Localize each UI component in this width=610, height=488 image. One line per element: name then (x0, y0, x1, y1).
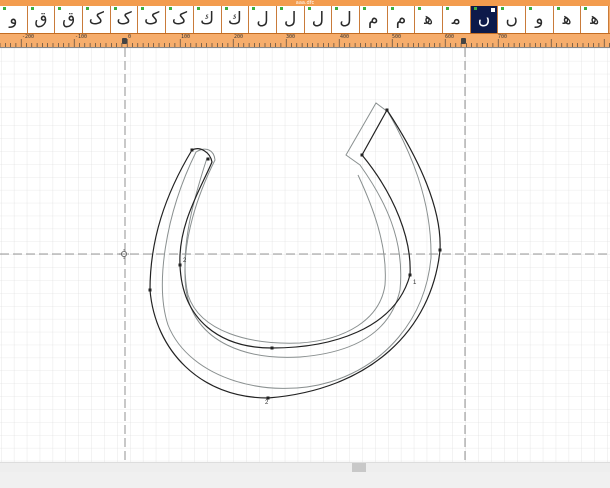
ruler-label: -200 (22, 34, 35, 40)
glyph-status-icon (556, 7, 560, 10)
ruler-label: 700 (498, 34, 508, 40)
point[interactable] (190, 148, 194, 152)
glyph-preview: ک (171, 9, 188, 29)
glyph-status-icon (446, 7, 449, 10)
glyph-status-icon (252, 7, 256, 10)
status-area (0, 472, 610, 488)
glyph-preview: ل (284, 9, 297, 29)
glyph-cell[interactable]: و (526, 6, 554, 33)
glyph-status-icon (169, 7, 173, 10)
glyph-status-icon (501, 7, 505, 10)
glyph-cell[interactable]: ک (83, 6, 111, 33)
glyph-cell[interactable]: ﻫ (415, 6, 443, 33)
glyph-cell[interactable]: ک (138, 6, 167, 33)
glyph-preview: م (368, 9, 379, 29)
glyph-preview: ﻫ (424, 9, 434, 29)
point[interactable] (408, 273, 412, 277)
grid-background (0, 48, 610, 462)
glyph-preview: و (535, 9, 544, 29)
point[interactable] (385, 108, 389, 112)
glyph-preview: ں (477, 9, 491, 29)
point[interactable] (178, 263, 182, 267)
glyph-strip: ﻭققککککككللللممﻫﻣںںوﻫﻫ (0, 6, 610, 34)
ruler-label: 100 (181, 34, 191, 40)
ruler-label: 600 (445, 34, 455, 40)
glyph-cell[interactable]: ں (498, 6, 527, 33)
glyph-status-icon (362, 7, 366, 10)
glyph-cell[interactable]: ﻫ (581, 6, 610, 33)
glyph-status-icon (418, 7, 422, 10)
glyph-cell[interactable]: ق (27, 6, 56, 33)
glyph-preview: ل (339, 9, 352, 29)
glyph-status-icon (86, 7, 90, 10)
ruler-label: 200 (234, 34, 244, 40)
glyph-preview: ق (62, 9, 76, 29)
glyph-status-icon (279, 7, 283, 10)
glyph-preview: ﻭ (9, 9, 18, 29)
glyph-cell[interactable]: ل (304, 6, 333, 33)
glyph-status-icon (113, 7, 117, 10)
glyph-status-icon (30, 7, 34, 10)
ruler-label: 0 (128, 34, 132, 40)
ruler-label: 300 (286, 34, 296, 40)
glyph-cell[interactable]: ﻣ (443, 6, 471, 33)
point[interactable] (438, 248, 442, 252)
glyph-preview: ﻣ (451, 9, 461, 29)
glyph-cell[interactable]: م (387, 6, 416, 33)
glyph-preview: ق (34, 9, 48, 29)
glyph-preview: ک (116, 9, 132, 29)
glyph-editor-svg[interactable]: 2 1 2 (0, 48, 610, 462)
glyph-status-icon (529, 7, 533, 10)
glyph-preview: م (395, 9, 407, 29)
glyph-cell[interactable]: ں (470, 6, 499, 33)
glyph-cell[interactable]: ک (110, 6, 139, 33)
glyph-cell[interactable]: ل (276, 6, 305, 33)
ruler-ticks (0, 39, 610, 47)
glyph-preview: ک (88, 9, 105, 29)
glyph-preview: ك (227, 9, 242, 29)
glyph-status-icon (473, 7, 477, 10)
point[interactable] (270, 346, 274, 350)
point[interactable] (148, 288, 152, 292)
glyph-status-icon (3, 7, 6, 10)
glyph-cell[interactable]: م (359, 6, 388, 33)
glyph-cell[interactable]: ک (166, 6, 194, 33)
glyph-preview: ں (505, 9, 518, 29)
glyph-cell[interactable]: ﻫ (553, 6, 582, 33)
glyph-status-icon (141, 7, 145, 10)
glyph-preview: ك (200, 9, 215, 29)
glyph-cell[interactable]: ق (55, 6, 84, 33)
glyph-status-icon (224, 7, 228, 10)
ruler-label: -100 (75, 34, 88, 40)
glyph-canvas[interactable]: 2 1 2 (0, 48, 610, 462)
horizontal-ruler[interactable]: -200 -100 0 100 200 300 400 500 600 700 (0, 34, 610, 48)
glyph-cell[interactable]: ك (193, 6, 222, 33)
point[interactable] (360, 153, 364, 157)
glyph-preview: ﻫ (590, 9, 600, 29)
selected-flag-icon (491, 8, 496, 12)
origin-marker-right[interactable] (461, 38, 466, 44)
ruler-label: 400 (340, 34, 350, 40)
glyph-preview: ل (311, 9, 325, 29)
glyph-status-icon (307, 7, 311, 10)
glyph-cell[interactable]: ﻭ (0, 6, 28, 33)
point[interactable] (206, 157, 210, 161)
glyph-status-icon (335, 7, 339, 10)
glyph-preview: ک (144, 9, 160, 29)
glyph-preview: ﻫ (562, 9, 572, 29)
origin-marker-left[interactable] (122, 38, 127, 44)
ruler-label: 500 (392, 34, 402, 40)
glyph-preview: ل (256, 9, 269, 29)
glyph-cell[interactable]: ل (332, 6, 360, 33)
glyph-cell[interactable]: ل (249, 6, 277, 33)
glyph-status-icon (390, 7, 394, 10)
glyph-status-icon (196, 7, 200, 10)
glyph-status-icon (58, 7, 62, 10)
glyph-cell[interactable]: ك (221, 6, 250, 33)
glyph-status-icon (584, 7, 588, 10)
